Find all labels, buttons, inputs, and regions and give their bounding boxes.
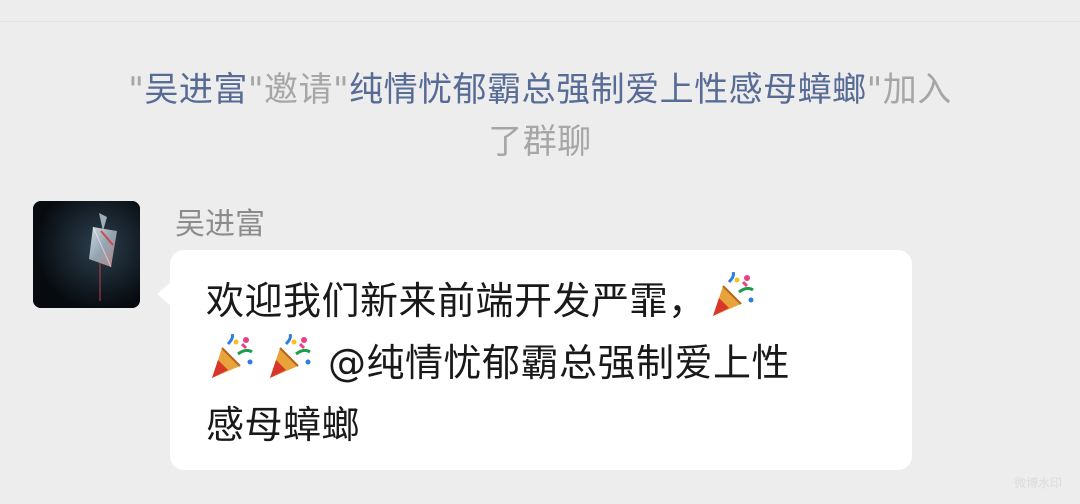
message-line-3: 感母蟑螂 [206, 394, 884, 456]
message-text-continued: 感母蟑螂 [206, 403, 361, 447]
quote-mark: " [333, 70, 350, 110]
party-popper-icon [206, 334, 254, 382]
top-divider [0, 21, 1080, 22]
quote-mark: " [128, 70, 145, 110]
quote-mark: " [247, 70, 264, 110]
invitee-name-link[interactable]: 纯情忧郁霸总强制爱上性感母蟑螂 [349, 70, 867, 110]
sender-name: 吴进富 [175, 207, 265, 242]
notice-suffix-1: 加入 [882, 70, 952, 110]
inviter-name-link[interactable]: 吴进富 [144, 70, 248, 110]
bubble-tail [157, 282, 171, 306]
party-popper-icon [707, 272, 755, 320]
mention-text[interactable]: @纯情忧郁霸总强制爱上性 [328, 341, 790, 385]
sender-avatar[interactable] [33, 201, 140, 308]
message-text: 欢迎我们新来前端开发严霏， [206, 279, 707, 323]
message-line-2: @纯情忧郁霸总强制爱上性 [206, 332, 884, 394]
notice-suffix-2: 了群聊 [488, 122, 592, 162]
message-line-1: 欢迎我们新来前端开发严霏， [206, 270, 884, 332]
party-popper-icon [264, 334, 312, 382]
group-join-notice: "吴进富"邀请"纯情忧郁霸总强制爱上性感母蟑螂"加入 了群聊 [60, 64, 1020, 168]
quote-mark: " [866, 70, 883, 110]
invite-verb: 邀请 [264, 70, 333, 110]
message-bubble[interactable]: 欢迎我们新来前端开发严霏， @纯情忧郁霸总强制爱上性 感母蟑螂 [157, 250, 912, 470]
watermark: 微博水印 [1013, 476, 1062, 490]
avatar-image [33, 201, 140, 308]
